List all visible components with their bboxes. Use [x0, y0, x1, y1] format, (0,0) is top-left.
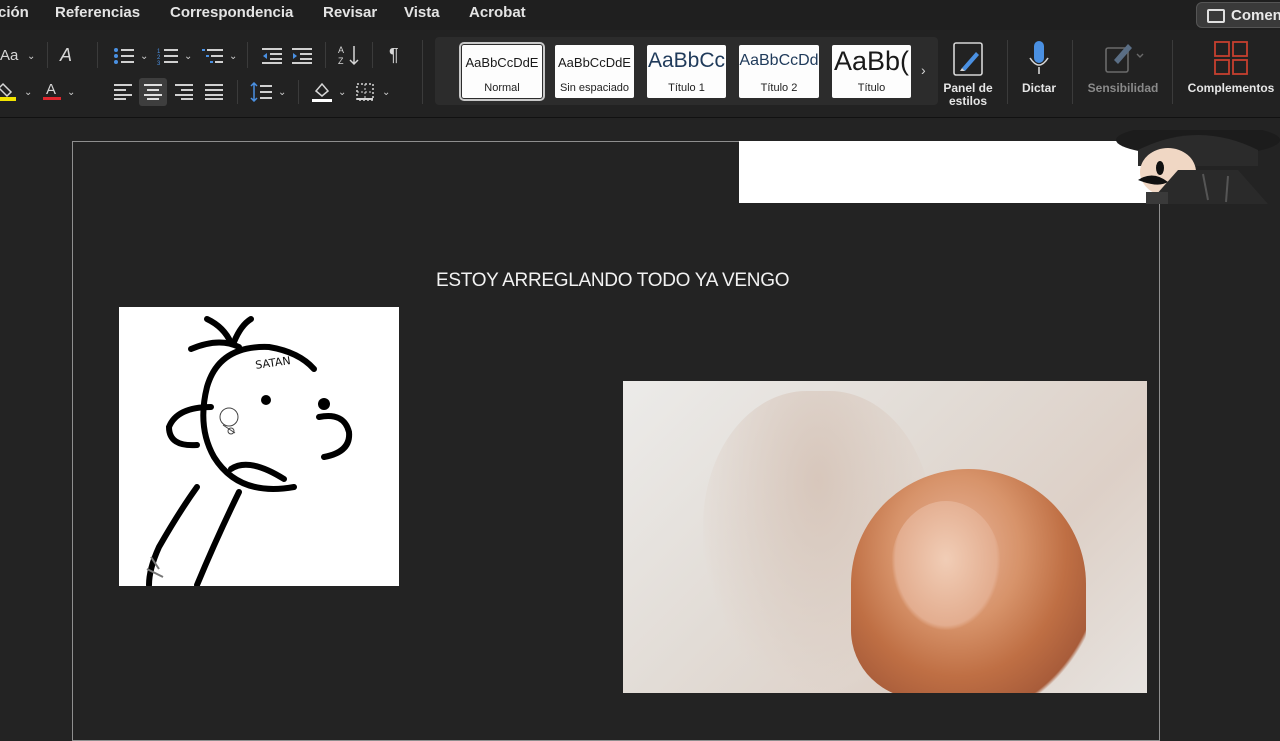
- chevron-down-icon[interactable]: ⌄: [184, 51, 192, 62]
- chevron-down-icon[interactable]: ⌄: [67, 87, 75, 98]
- decrease-indent-icon[interactable]: [262, 47, 282, 70]
- menu-bar: ción Referencias Correspondencia Revisar…: [0, 0, 1280, 30]
- justify-icon[interactable]: [205, 84, 223, 105]
- svg-text:A: A: [46, 81, 56, 98]
- divider: [247, 42, 248, 68]
- comments-button[interactable]: Comen: [1196, 2, 1280, 28]
- addins-icon: [1214, 41, 1248, 75]
- divider: [1007, 40, 1008, 104]
- style-preview: AaBb(: [833, 46, 910, 76]
- styles-panel-icon: [953, 42, 983, 76]
- photo-image[interactable]: [623, 381, 1147, 693]
- style-titulo[interactable]: AaBb( Título: [832, 45, 911, 98]
- style-titulo-1[interactable]: AaBbCc Título 1: [647, 45, 726, 98]
- bullets-icon[interactable]: [113, 47, 135, 70]
- menu-item-revisar[interactable]: Revisar: [323, 4, 377, 21]
- document-heading: ESTOY ARREGLANDO TODO YA VENGO: [436, 270, 790, 291]
- pilcrow-icon[interactable]: ¶: [389, 45, 399, 65]
- highlight-icon[interactable]: [0, 82, 16, 101]
- menu-item-acrobat[interactable]: Acrobat: [469, 4, 526, 21]
- divider: [298, 80, 299, 104]
- borders-icon[interactable]: [356, 83, 374, 106]
- change-case-label: Aa: [0, 47, 19, 64]
- align-center-icon: [144, 84, 162, 100]
- style-normal[interactable]: AaBbCcDdE Normal: [459, 42, 545, 101]
- styles-panel-button[interactable]: Panel de estilos: [936, 40, 1000, 108]
- character-image[interactable]: [1108, 130, 1280, 204]
- style-caption: Normal: [484, 82, 520, 94]
- style-caption: Título 2: [760, 82, 798, 94]
- chevron-down-icon[interactable]: ⌄: [278, 87, 286, 98]
- style-caption: Sin espaciado: [559, 82, 630, 94]
- dictate-button[interactable]: Dictar: [1015, 40, 1063, 95]
- svg-text:Z: Z: [338, 56, 344, 66]
- chevron-down-icon[interactable]: ⌄: [24, 87, 32, 98]
- style-caption: Título: [857, 82, 886, 94]
- align-right-icon[interactable]: [175, 84, 193, 105]
- divider: [237, 80, 238, 104]
- sensitivity-label: Sensibilidad: [1087, 81, 1159, 95]
- multilevel-list-icon[interactable]: [202, 47, 224, 70]
- numbering-icon[interactable]: 123: [157, 47, 179, 70]
- drawing-art: SATAN: [146, 316, 353, 586]
- divider: [372, 42, 373, 68]
- style-preview: AaBbCcDdE: [465, 55, 539, 70]
- addins-label: Complementos: [1187, 81, 1275, 95]
- styles-panel-label: Panel de estilos: [943, 81, 993, 108]
- clear-format-icon[interactable]: A: [60, 45, 72, 65]
- divider: [47, 42, 48, 68]
- top-image[interactable]: [739, 141, 1160, 203]
- chevron-down-icon[interactable]: ⌄: [338, 87, 346, 98]
- menu-item-disposicion[interactable]: ción: [0, 4, 29, 21]
- svg-text:A: A: [338, 45, 344, 55]
- menu-item-referencias[interactable]: Referencias: [55, 4, 140, 21]
- menu-item-vista[interactable]: Vista: [404, 4, 440, 21]
- addins-button[interactable]: Complementos: [1184, 40, 1278, 95]
- align-center-button[interactable]: [139, 78, 167, 106]
- style-caption: Título 1: [668, 82, 705, 94]
- divider: [1172, 40, 1173, 104]
- divider: [1072, 40, 1073, 104]
- microphone-icon: [1029, 41, 1049, 74]
- comments-label: Comen: [1231, 7, 1280, 24]
- line-spacing-icon[interactable]: [250, 81, 272, 107]
- divider: [325, 42, 326, 68]
- chevron-right-icon[interactable]: ›: [921, 60, 926, 80]
- style-preview: AaBbCcDd: [739, 52, 819, 69]
- sensitivity-icon: [1105, 44, 1144, 73]
- divider: [422, 40, 423, 104]
- increase-indent-icon[interactable]: [292, 47, 312, 70]
- chevron-down-icon[interactable]: ⌄: [229, 51, 237, 62]
- dictate-label: Dictar: [1021, 81, 1056, 95]
- align-left-icon[interactable]: [114, 84, 132, 105]
- divider: [97, 42, 98, 68]
- sensitivity-button[interactable]: Sensibilidad: [1082, 40, 1164, 95]
- drawing-image[interactable]: SATAN: [119, 307, 399, 586]
- shading-icon[interactable]: [312, 81, 332, 108]
- style-titulo-2[interactable]: AaBbCcDd Título 2: [739, 45, 819, 98]
- drawing-text: SATAN: [254, 354, 291, 372]
- chevron-down-icon[interactable]: ⌄: [140, 51, 148, 62]
- style-preview: AaBbCc: [647, 49, 726, 72]
- font-color-icon[interactable]: A: [43, 80, 61, 102]
- chevron-down-icon[interactable]: ⌄: [382, 87, 390, 98]
- chevron-down-icon[interactable]: ⌄: [27, 51, 35, 62]
- style-sin-espaciado[interactable]: AaBbCcDdE Sin espaciado: [555, 45, 634, 98]
- change-case-button[interactable]: Aa: [0, 46, 18, 66]
- menu-item-correspondencia[interactable]: Correspondencia: [170, 4, 293, 21]
- svg-text:3: 3: [157, 61, 161, 65]
- sort-icon[interactable]: AZ: [338, 44, 360, 71]
- comment-icon: [1207, 9, 1225, 23]
- photo-face: [891, 501, 1001, 631]
- style-preview: AaBbCcDdE: [558, 55, 631, 70]
